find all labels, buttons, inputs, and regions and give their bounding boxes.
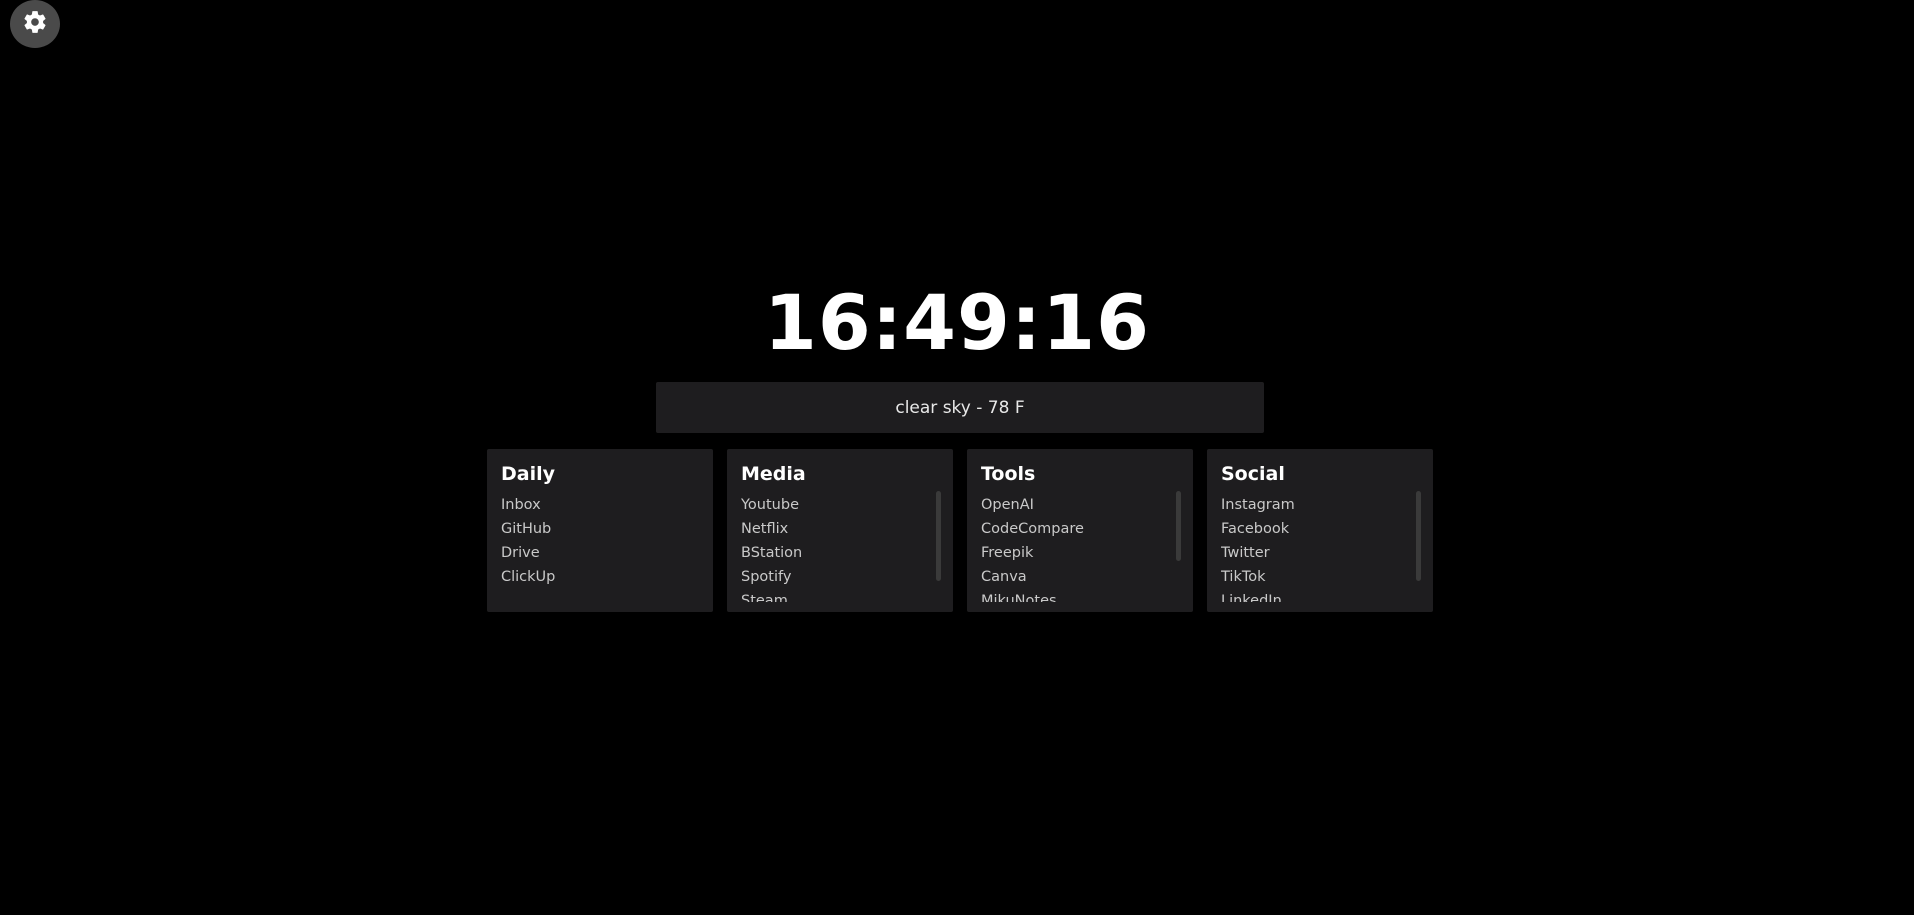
scrollbar[interactable]: [1416, 491, 1421, 591]
link-list[interactable]: Youtube Netflix BStation Spotify Steam: [741, 493, 939, 602]
link-item[interactable]: Youtube: [741, 493, 939, 517]
link-item[interactable]: MikuNotes: [981, 589, 1179, 602]
link-item[interactable]: Inbox: [501, 493, 699, 517]
link-item[interactable]: Freepik: [981, 541, 1179, 565]
link-item[interactable]: OpenAI: [981, 493, 1179, 517]
link-item[interactable]: Steam: [741, 589, 939, 602]
scrollbar[interactable]: [936, 491, 941, 591]
link-item[interactable]: BStation: [741, 541, 939, 565]
link-item[interactable]: Drive: [501, 541, 699, 565]
link-item[interactable]: Netflix: [741, 517, 939, 541]
weather-text: clear sky - 78 F: [895, 397, 1025, 418]
link-item[interactable]: GitHub: [501, 517, 699, 541]
bookmark-cards: Daily Inbox GitHub Drive ClickUp Media Y…: [487, 449, 1433, 612]
link-item[interactable]: TikTok: [1221, 565, 1419, 589]
link-item[interactable]: ClickUp: [501, 565, 699, 589]
gear-icon: [22, 9, 48, 39]
link-list: Inbox GitHub Drive ClickUp: [501, 493, 699, 602]
card-title: Tools: [981, 463, 1036, 485]
card-media: Media Youtube Netflix BStation Spotify S…: [727, 449, 953, 612]
scrollbar-thumb[interactable]: [1416, 491, 1421, 581]
card-social: Social Instagram Facebook Twitter TikTok…: [1207, 449, 1433, 612]
card-tools: Tools OpenAI CodeCompare Freepik Canva M…: [967, 449, 1193, 612]
link-item[interactable]: CodeCompare: [981, 517, 1179, 541]
card-title: Social: [1221, 463, 1285, 485]
scrollbar-thumb[interactable]: [1176, 491, 1181, 561]
link-item[interactable]: Spotify: [741, 565, 939, 589]
card-title: Media: [741, 463, 806, 485]
card-title: Daily: [501, 463, 556, 485]
link-item[interactable]: LinkedIn: [1221, 589, 1419, 602]
settings-button[interactable]: [10, 0, 60, 48]
new-tab-page: 16:49:16 clear sky - 78 F Daily Inbox Gi…: [0, 0, 1914, 915]
link-item[interactable]: Twitter: [1221, 541, 1419, 565]
link-item[interactable]: Facebook: [1221, 517, 1419, 541]
weather-widget: clear sky - 78 F: [656, 382, 1264, 433]
clock: 16:49:16: [763, 278, 1151, 367]
card-daily: Daily Inbox GitHub Drive ClickUp: [487, 449, 713, 612]
link-item[interactable]: Instagram: [1221, 493, 1419, 517]
link-list[interactable]: Instagram Facebook Twitter TikTok Linked…: [1221, 493, 1419, 602]
scrollbar-thumb[interactable]: [936, 491, 941, 581]
scrollbar[interactable]: [1176, 491, 1181, 591]
link-item[interactable]: Canva: [981, 565, 1179, 589]
link-list[interactable]: OpenAI CodeCompare Freepik Canva MikuNot…: [981, 493, 1179, 602]
